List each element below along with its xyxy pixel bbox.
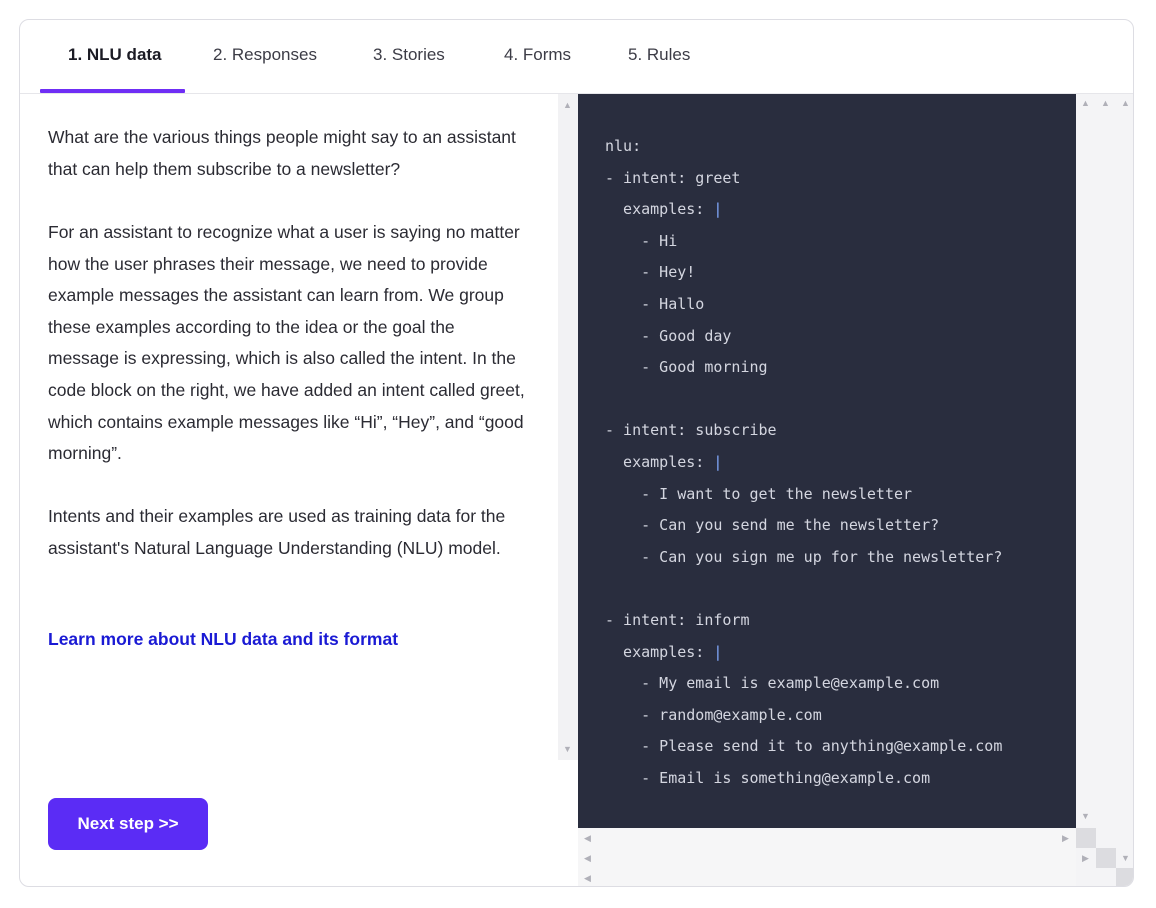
scroll-down-icon[interactable]: ▼ [1121,853,1130,863]
code-vertical-scrollbars[interactable]: ▲ ▲ ▲ ▼ ▼ [1076,94,1133,886]
intent-explanation-paragraph: For an assistant to recognize what a use… [48,222,525,464]
tab-responses[interactable]: 2. Responses [213,45,317,65]
code-intent-line: - intent: inform [605,610,750,629]
scroll-right-icon[interactable]: ▶ [1082,853,1089,863]
code-example-line: - random@example.com [605,705,822,724]
code-example-line: - Good morning [605,358,768,377]
scroll-up-icon[interactable]: ▲ [563,100,572,110]
code-example-line: - I want to get the newsletter [605,484,913,503]
scroll-right-icon[interactable]: ▶ [1062,833,1069,843]
code-intent-line: - intent: greet [605,168,741,187]
scroll-left-icon[interactable]: ◀ [584,873,591,883]
tab-bar: 1. NLU data 2. Responses 3. Stories 4. F… [20,20,1133,94]
code-example-line: - Email is something@example.com [605,768,931,787]
code-examples-key: examples: | [605,452,723,471]
tab-forms[interactable]: 4. Forms [504,45,571,65]
code-intent-line: - intent: subscribe [605,421,777,440]
scroll-left-icon[interactable]: ◀ [584,833,591,843]
scroll-down-icon[interactable]: ▼ [1081,811,1090,821]
scroll-up-icon[interactable]: ▲ [1121,98,1130,108]
tab-stories[interactable]: 3. Stories [373,45,445,65]
code-example-line: - My email is example@example.com [605,674,940,693]
code-example-line: - Please send it to anything@example.com [605,737,1003,756]
scroll-up-icon[interactable]: ▲ [1081,98,1090,108]
scroll-up-icon[interactable]: ▲ [1101,98,1110,108]
code-horizontal-scrollbars[interactable]: ◀ ▶ ◀ ▶ ◀ [578,828,1089,886]
intro-paragraph: What are the various things people might… [48,127,516,179]
tutorial-card: 1. NLU data 2. Responses 3. Stories 4. F… [19,19,1134,887]
scroll-down-icon[interactable]: ▼ [563,744,572,754]
active-tab-indicator [40,89,185,93]
left-scrollbar[interactable]: ▲ ▼ [558,94,578,760]
code-example-line: - Can you send me the newsletter? [605,516,940,535]
code-block[interactable]: nlu: - intent: greet examples: | - Hi - … [578,94,1076,828]
code-root-key: nlu: [605,137,642,155]
code-example-line: - Good day [605,326,732,345]
code-example-line: - Hey! [605,263,696,282]
explanation-pane: What are the various things people might… [20,94,558,760]
code-pipe: | [713,200,723,219]
next-step-button[interactable]: Next step >> [48,798,208,850]
tab-nlu-data[interactable]: 1. NLU data [68,45,162,65]
training-data-paragraph: Intents and their examples are used as t… [48,506,506,558]
scroll-left-icon[interactable]: ◀ [584,853,591,863]
tab-rules[interactable]: 5. Rules [628,45,690,65]
nlu-yaml-code: nlu: - intent: greet examples: | - Hi - … [605,131,1002,794]
code-example-line: - Hallo [605,294,705,313]
code-examples-key: examples: | [605,200,723,219]
code-examples-key: examples: | [605,642,723,661]
learn-more-link[interactable]: Learn more about NLU data and its format [48,629,398,650]
code-example-line: - Can you sign me up for the newsletter? [605,547,1003,566]
code-pipe: | [713,452,723,471]
code-pipe: | [713,642,723,661]
code-example-line: - Hi [605,231,678,250]
